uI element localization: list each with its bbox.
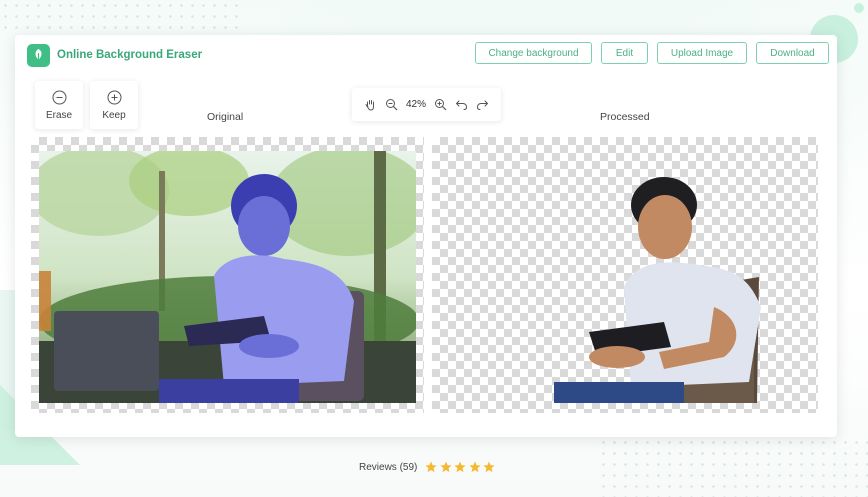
top-toolbar: Change background Edit Upload Image Down… [475, 42, 829, 64]
star-icon [469, 461, 481, 473]
original-label: Original [207, 111, 244, 123]
keep-tool-button[interactable]: Keep [90, 81, 138, 129]
star-icon [454, 461, 466, 473]
app-title: Online Background Eraser [57, 49, 203, 61]
star-icon [483, 461, 495, 473]
zoom-level: 42% [405, 99, 426, 110]
plus-circle-icon [107, 90, 121, 104]
reviews-count: Reviews (59) [359, 461, 418, 473]
zoom-out-icon[interactable] [385, 98, 398, 111]
erase-label: Erase [45, 109, 73, 121]
undo-icon[interactable] [455, 98, 468, 111]
processed-image-panel[interactable] [432, 137, 818, 413]
star-icon [425, 461, 437, 473]
view-controls: 42% [352, 88, 501, 121]
original-photo [39, 151, 416, 403]
original-image-panel[interactable] [31, 137, 424, 413]
edit-button[interactable]: Edit [601, 42, 648, 64]
reviews: Reviews (59) [359, 461, 498, 473]
minus-circle-icon [52, 90, 66, 104]
processed-photo [554, 177, 761, 403]
keep-label: Keep [102, 109, 126, 121]
star-icon [440, 461, 452, 473]
hand-pan-icon[interactable] [364, 98, 377, 111]
processed-label: Processed [600, 111, 650, 123]
download-button[interactable]: Download [756, 42, 829, 64]
decorative-dots [0, 0, 240, 30]
leaf-logo-icon [27, 43, 50, 67]
erase-tool-button[interactable]: Erase [35, 81, 83, 129]
brand: Online Background Eraser [27, 43, 202, 67]
change-background-button[interactable]: Change background [475, 42, 592, 64]
decorative-dot [854, 3, 864, 13]
decorative-dots [598, 437, 868, 497]
editor-card: Online Background Eraser Change backgrou… [15, 35, 837, 437]
upload-image-button[interactable]: Upload Image [657, 42, 747, 64]
redo-icon[interactable] [476, 98, 489, 111]
zoom-in-icon[interactable] [434, 98, 447, 111]
